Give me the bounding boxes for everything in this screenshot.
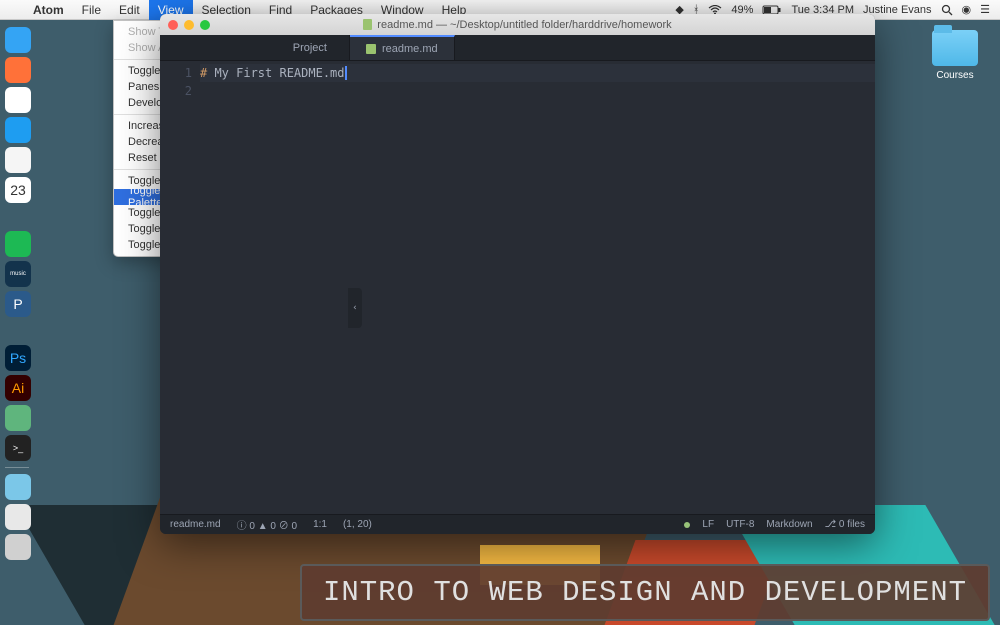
tab-readme[interactable]: readme.md [350, 35, 455, 60]
desktop-folder-courses[interactable]: Courses [925, 30, 985, 81]
file-icon [363, 19, 372, 30]
dock-safari[interactable] [5, 117, 31, 143]
file-icon [366, 44, 376, 54]
wifi-icon[interactable] [708, 5, 722, 15]
git-status-icon [684, 522, 690, 528]
line-number-gutter: 1 2 [160, 61, 200, 514]
dock-photoshop[interactable]: Ps [5, 345, 31, 371]
text-cursor [345, 66, 347, 80]
tab-label: Project [293, 42, 333, 54]
macos-dock: 23 music P Ps Ai >_ [2, 24, 32, 563]
code-text: My First README.md [207, 66, 344, 80]
status-bar: readme.md ⓘ 0 ▲ 0 ⊘ 0 1:1 (1, 20) LF UTF… [160, 514, 875, 534]
zoom-window-button[interactable] [200, 20, 210, 30]
tree-view-toggle[interactable]: ‹ [348, 288, 362, 328]
window-titlebar[interactable]: readme.md — ~/Desktop/untitled folder/ha… [160, 14, 875, 35]
dock-illustrator[interactable]: Ai [5, 375, 31, 401]
status-cursor[interactable]: (1, 20) [343, 519, 372, 530]
dock-trash[interactable] [5, 534, 31, 560]
window-controls [168, 20, 210, 30]
dock-mouse[interactable] [5, 504, 31, 530]
line-number: 2 [160, 82, 192, 100]
minimize-window-button[interactable] [184, 20, 194, 30]
editor-area[interactable]: 1 2 # My First README.md ‹ [160, 61, 875, 514]
status-file[interactable]: readme.md [170, 519, 221, 530]
dock-chrome[interactable] [5, 87, 31, 113]
notification-center-icon[interactable]: ☰ [980, 3, 990, 16]
dock-finder[interactable] [5, 27, 31, 53]
folder-icon [932, 30, 978, 66]
dock-slack[interactable] [5, 147, 31, 173]
status-git[interactable]: ⎇ 0 files [825, 519, 865, 530]
dock-firefox[interactable] [5, 57, 31, 83]
close-window-button[interactable] [168, 20, 178, 30]
spotlight-icon[interactable] [941, 4, 953, 16]
dock-terminal[interactable]: >_ [5, 435, 31, 461]
text-editor[interactable]: # My First README.md [200, 61, 875, 514]
status-line-ending[interactable]: LF [702, 519, 714, 530]
tab-project[interactable]: Project [160, 35, 350, 60]
app-menu[interactable]: Atom [24, 3, 73, 17]
window-title: readme.md — ~/Desktop/untitled folder/ha… [377, 19, 671, 31]
desktop-icon-label: Courses [925, 70, 985, 81]
dock-atom[interactable] [5, 405, 31, 431]
editor-tab-bar: Project readme.md [160, 35, 875, 61]
dock-spotify[interactable] [5, 231, 31, 257]
course-title-banner: INTRO TO WEB DESIGN AND DEVELOPMENT [300, 564, 990, 621]
battery-icon[interactable] [762, 5, 782, 15]
dock-amazon-music[interactable]: music [5, 261, 31, 287]
tab-label: readme.md [382, 43, 438, 55]
dock-calendar[interactable]: 23 [5, 177, 31, 203]
dock-apps-folder[interactable] [5, 474, 31, 500]
menu-edit[interactable]: Edit [110, 0, 149, 20]
menu-file[interactable]: File [73, 0, 110, 20]
status-grammar[interactable]: Markdown [766, 519, 812, 530]
atom-editor-window: readme.md — ~/Desktop/untitled folder/ha… [160, 14, 875, 534]
status-diagnostics[interactable]: ⓘ 0 ▲ 0 ⊘ 0 [237, 517, 297, 532]
dock-pandora[interactable]: P [5, 291, 31, 317]
status-encoding[interactable]: UTF-8 [726, 519, 754, 530]
line-number: 1 [160, 64, 192, 82]
status-ratio[interactable]: 1:1 [313, 519, 327, 530]
siri-icon[interactable]: ◉ [962, 3, 972, 16]
